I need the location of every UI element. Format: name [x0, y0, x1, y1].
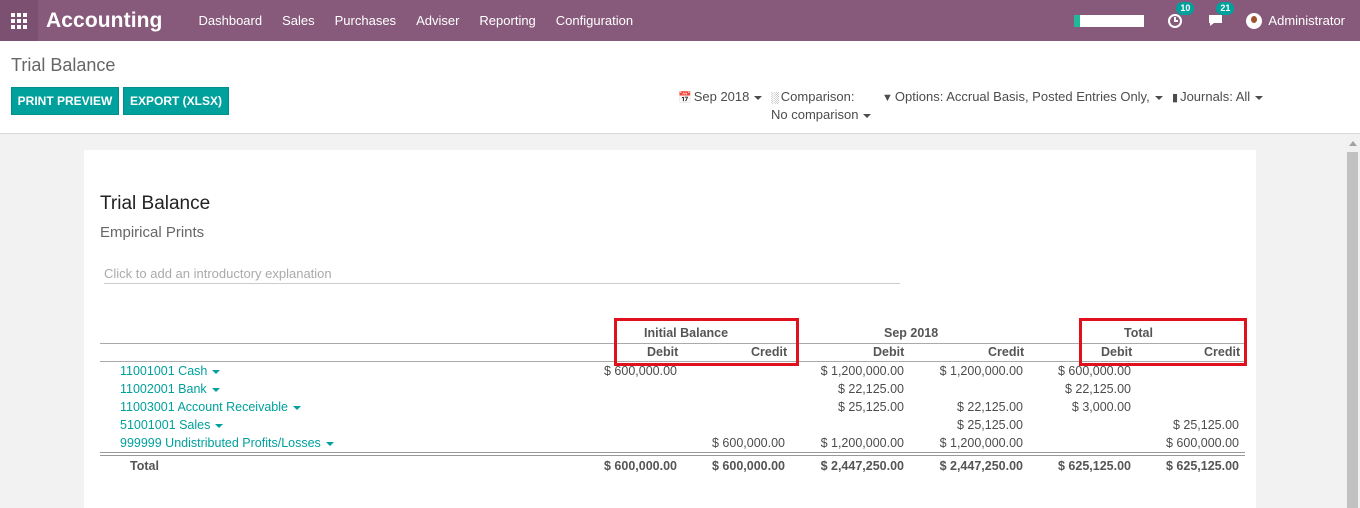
- total-cell: $ 2,447,250.00: [939, 459, 1023, 473]
- chevron-down-icon: [212, 369, 221, 374]
- col-sep-credit: Credit: [988, 345, 1025, 359]
- table-cell: $ 22,125.00: [837, 382, 904, 396]
- app-brand[interactable]: Accounting: [46, 9, 163, 33]
- table-cell: $ 1,200,000.00: [820, 436, 904, 450]
- comparison-value[interactable]: No comparison: [771, 107, 872, 122]
- date-filter-label: Sep 2018: [693, 89, 750, 104]
- options-label: Options: Accrual Basis, Posted Entries O…: [894, 89, 1150, 104]
- table-cell: $ 1,200,000.00: [939, 436, 1023, 450]
- total-cell: $ 2,447,250.00: [820, 459, 904, 473]
- table-cell: $ 22,125.00: [1064, 382, 1131, 396]
- account-row-link[interactable]: 999999 Undistributed Profits/Losses: [120, 436, 334, 450]
- total-divider-top: [100, 452, 1245, 453]
- menu-sales[interactable]: Sales: [282, 13, 315, 28]
- table-cell: $ 1,200,000.00: [820, 364, 904, 378]
- comparison-value-label: No comparison: [771, 107, 859, 122]
- menu-reporting[interactable]: Reporting: [479, 13, 535, 28]
- total-cell: $ 600,000.00: [604, 459, 677, 473]
- chevron-down-icon: [211, 387, 220, 392]
- date-filter-dropdown[interactable]: 📅 Sep 2018: [678, 89, 763, 104]
- total-cell: $ 625,125.00: [1166, 459, 1239, 473]
- messages-count-badge: 21: [1216, 1, 1235, 15]
- account-label: 11003001 Account Receivable: [120, 400, 288, 414]
- table-cell: $ 600,000.00: [1058, 364, 1131, 378]
- account-row-link[interactable]: 51001001 Sales: [120, 418, 224, 432]
- top-navbar: Accounting Dashboard Sales Purchases Adv…: [0, 0, 1360, 41]
- activity-count-badge: 10: [1176, 1, 1195, 15]
- chevron-down-icon: [1154, 95, 1163, 100]
- total-divider-bottom: [100, 455, 1245, 456]
- breadcrumb: Trial Balance: [11, 55, 116, 75]
- account-label: 11002001 Bank: [120, 382, 207, 396]
- menu-configuration[interactable]: Configuration: [556, 13, 633, 28]
- total-label: Total: [130, 459, 159, 473]
- account-row-link[interactable]: 11002001 Bank: [120, 382, 220, 396]
- menu-adviser[interactable]: Adviser: [416, 13, 459, 28]
- main-menu: Dashboard Sales Purchases Adviser Report…: [199, 13, 654, 28]
- table-cell: $ 22,125.00: [956, 400, 1023, 414]
- journals-label: Journals: All: [1180, 89, 1251, 104]
- report-title: Trial Balance: [100, 193, 211, 214]
- total-cell: $ 625,125.00: [1058, 459, 1131, 473]
- print-preview-button[interactable]: PRINT PREVIEW: [11, 87, 119, 115]
- table-cell: $ 3,000.00: [1071, 400, 1131, 414]
- apps-menu-icon[interactable]: [0, 0, 38, 41]
- user-name: Administrator: [1268, 13, 1345, 28]
- menu-purchases[interactable]: Purchases: [335, 13, 396, 28]
- options-filter-dropdown[interactable]: ▼ Options: Accrual Basis, Posted Entries …: [882, 89, 1163, 104]
- export-xlsx-button[interactable]: EXPORT (XLSX): [123, 87, 229, 115]
- chevron-down-icon: [292, 405, 301, 410]
- chevron-down-icon: [325, 441, 334, 446]
- table-cell: $ 25,125.00: [1172, 418, 1239, 432]
- avatar: [1246, 12, 1263, 29]
- scroll-up-icon[interactable]: [1349, 141, 1357, 146]
- table-cell: $ 25,125.00: [837, 400, 904, 414]
- messages-icon[interactable]: 21: [1206, 1, 1235, 30]
- report-company: Empirical Prints: [100, 224, 205, 241]
- account-row-link[interactable]: 11003001 Account Receivable: [120, 400, 301, 414]
- total-highlight: [1079, 318, 1247, 366]
- initial-balance-highlight: [614, 318, 799, 366]
- account-label: 51001001 Sales: [120, 418, 211, 432]
- activity-icon[interactable]: 10: [1166, 1, 1195, 30]
- menu-dashboard[interactable]: Dashboard: [199, 13, 263, 28]
- table-cell: $ 25,125.00: [956, 418, 1023, 432]
- chevron-down-icon: [1255, 95, 1264, 100]
- onboarding-progress-bar[interactable]: [1074, 14, 1145, 27]
- systray: 10 21 Administrator: [1074, 0, 1360, 41]
- intro-explanation-field[interactable]: Click to add an introductory explanation: [104, 266, 900, 284]
- scrollbar-thumb[interactable]: [1347, 152, 1358, 508]
- calendar-icon: 📅: [678, 92, 692, 104]
- table-cell: $ 600,000.00: [604, 364, 677, 378]
- bar-chart-icon: ░: [771, 92, 779, 104]
- chevron-down-icon: [215, 423, 224, 428]
- account-label: 11001001 Cash: [120, 364, 208, 378]
- account-row-link[interactable]: 11001001 Cash: [120, 364, 221, 378]
- col-sep-debit: Debit: [873, 345, 905, 359]
- account-label: 999999 Undistributed Profits/Losses: [120, 436, 321, 450]
- filter-icon: ▼: [882, 92, 893, 104]
- comparison-label: Comparison:: [780, 89, 855, 104]
- table-cell: $ 600,000.00: [712, 436, 785, 450]
- table-cell: $ 1,200,000.00: [939, 364, 1023, 378]
- table-cell: $ 600,000.00: [1166, 436, 1239, 450]
- journals-filter-dropdown[interactable]: ▮ Journals: All: [1172, 89, 1264, 104]
- book-icon: ▮: [1172, 92, 1179, 104]
- control-panel: Trial Balance PRINT PREVIEW EXPORT (XLSX…: [0, 41, 1360, 134]
- total-cell: $ 600,000.00: [712, 459, 785, 473]
- chevron-down-icon: [754, 95, 763, 100]
- user-menu[interactable]: Administrator: [1246, 12, 1345, 29]
- vertical-scrollbar[interactable]: [1345, 135, 1360, 508]
- chevron-down-icon: [863, 113, 872, 118]
- progress-fill: [1074, 14, 1081, 27]
- comparison-filter-dropdown[interactable]: ░ Comparison:: [771, 89, 855, 104]
- group-sep-2018: Sep 2018: [884, 326, 939, 340]
